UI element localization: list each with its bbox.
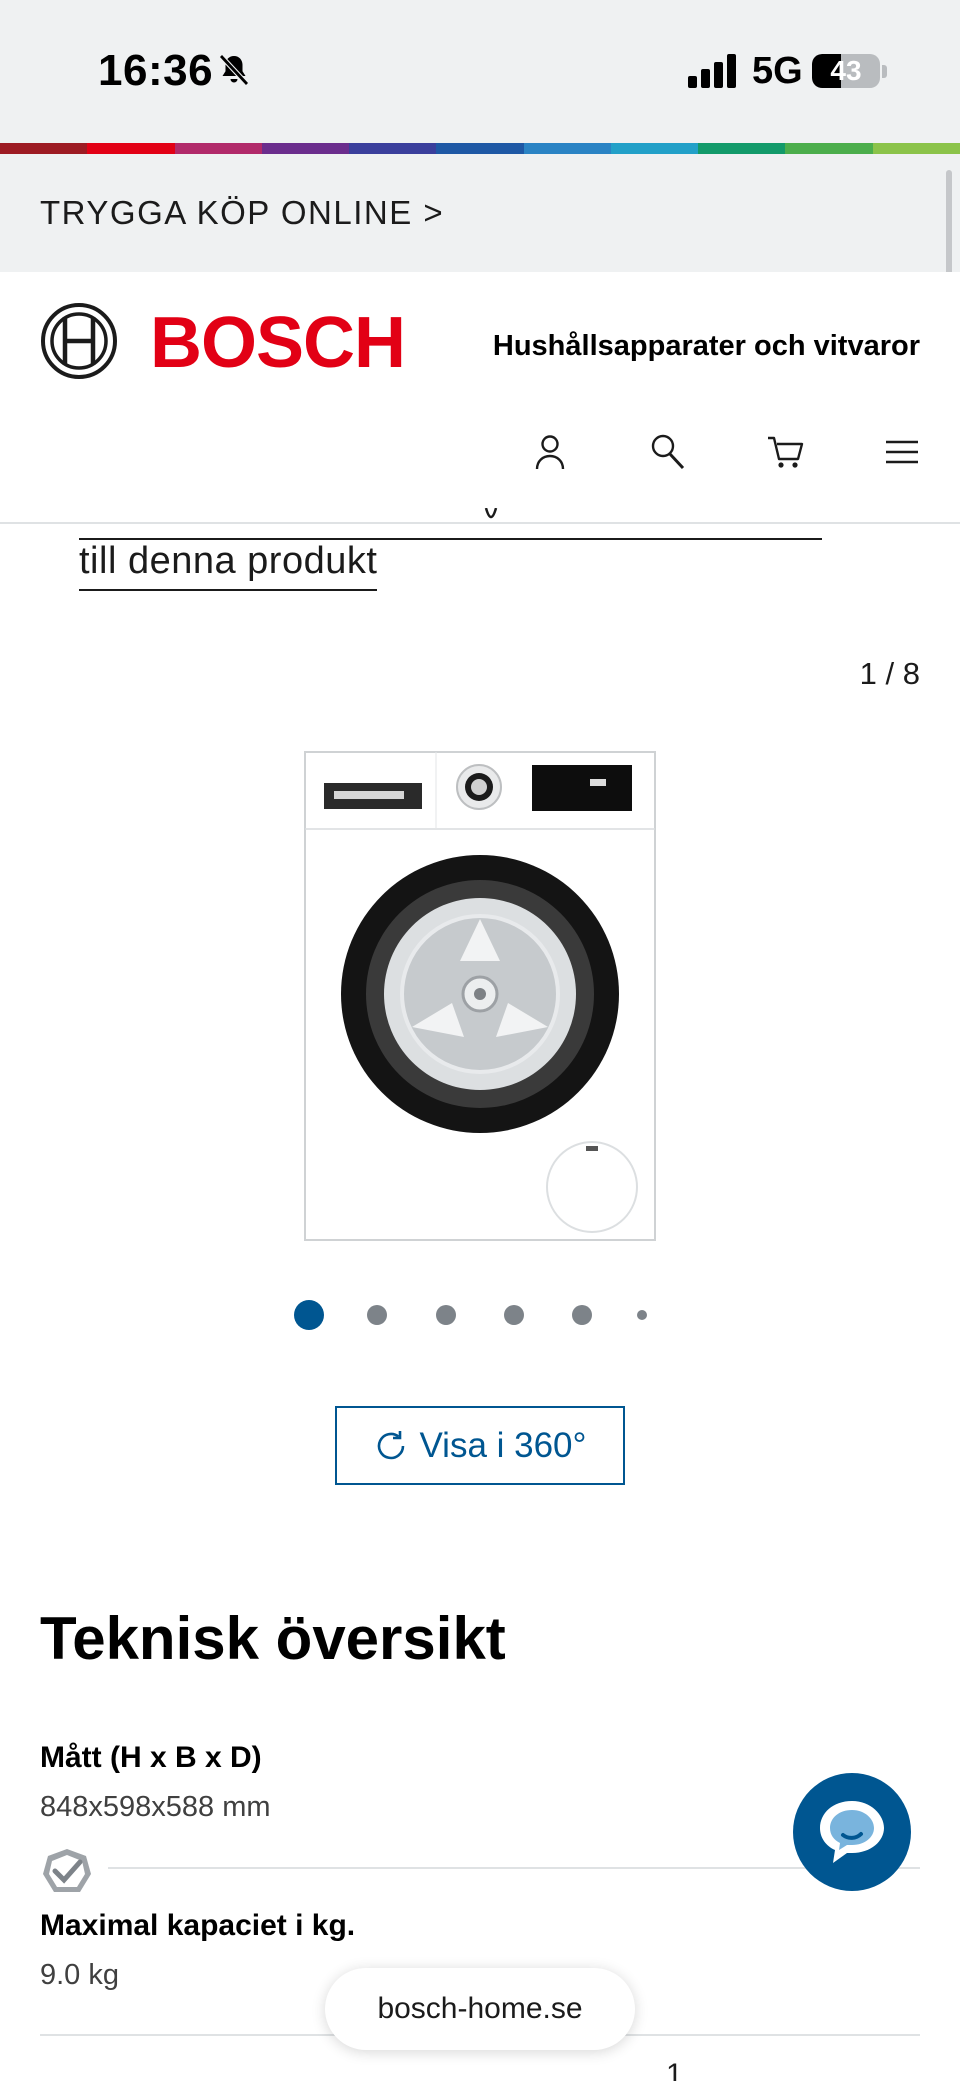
- gallery-dot-6[interactable]: [637, 1310, 647, 1320]
- brand-stripe-segment: [349, 143, 437, 154]
- spec-divider: [108, 1867, 920, 1869]
- bosch-logo-text[interactable]: BOSCH: [150, 303, 406, 383]
- brand-stripe-segment: [523, 143, 611, 154]
- promo-bar: TRYGGA KÖP ONLINE >: [0, 154, 960, 272]
- quality-badge-icon: [43, 1849, 91, 1892]
- view-360-label: Visa i 360°: [419, 1425, 587, 1465]
- signal-icon: [688, 54, 736, 88]
- brand-stripe-segment: [174, 143, 262, 154]
- site-header: [0, 272, 960, 524]
- battery-level: 43: [830, 55, 862, 86]
- cropped-text-fragment: [484, 508, 498, 519]
- network-type: 5G: [752, 50, 803, 92]
- battery-icon: 43: [812, 54, 880, 88]
- gallery-dot-3[interactable]: [436, 1305, 456, 1325]
- view-360-button[interactable]: Visa i 360°: [335, 1406, 625, 1485]
- rotate-360-icon: [378, 1430, 405, 1459]
- gallery-dots: [0, 1298, 960, 1332]
- browser-address-bar[interactable]: bosch-home.se: [325, 1968, 635, 2050]
- menu-icon[interactable]: [882, 432, 922, 472]
- gallery-dot-1[interactable]: [294, 1300, 324, 1330]
- brand-stripe-segment: [785, 143, 873, 154]
- brand-stripe: [0, 143, 960, 154]
- battery-cap: [882, 65, 887, 78]
- brand-stripe-segment: [610, 143, 699, 154]
- gallery-dot-2[interactable]: [367, 1305, 387, 1325]
- brand-stripe-segment: [0, 143, 88, 154]
- trygga-kop-link[interactable]: TRYGGA KÖP ONLINE >: [40, 194, 444, 232]
- section-title: Teknisk översikt: [40, 1605, 506, 1672]
- spec-value-dimensions: 848x598x588 mm: [40, 1791, 271, 1823]
- brand-stripe-segment: [872, 143, 960, 154]
- gallery-dot-5[interactable]: [572, 1305, 592, 1325]
- cropped-digit: 1: [666, 2058, 683, 2081]
- brand-stripe-segment: [87, 143, 175, 154]
- cart-icon[interactable]: [766, 432, 806, 472]
- product-link[interactable]: till denna produkt: [79, 540, 378, 591]
- status-time: 16:36: [98, 46, 214, 95]
- header-tagline: Hushållsapparater och vitvaror: [492, 330, 920, 362]
- scrollbar-thumb[interactable]: [946, 170, 952, 282]
- bell-muted-icon: [219, 54, 249, 86]
- chat-button[interactable]: [793, 1773, 911, 1891]
- washing-machine-image[interactable]: [304, 751, 656, 1241]
- spec-label-capacity: Maximal kapaciet i kg.: [40, 1909, 356, 1942]
- chat-bubble-icon: [820, 1801, 884, 1863]
- gallery-counter: 1 / 8: [859, 656, 920, 691]
- brand-stripe-segment: [261, 143, 350, 154]
- user-icon[interactable]: [530, 432, 570, 472]
- gallery-dot-4[interactable]: [504, 1305, 524, 1325]
- spec-label-dimensions: Mått (H x B x D): [40, 1741, 262, 1774]
- bosch-logo-icon[interactable]: [40, 302, 118, 380]
- status-bar: 16:36 5G 43: [0, 0, 960, 143]
- spec-value-capacity: 9.0 kg: [40, 1959, 119, 1991]
- brand-stripe-segment: [698, 143, 786, 154]
- search-icon[interactable]: [648, 432, 688, 472]
- brand-stripe-segment: [436, 143, 524, 154]
